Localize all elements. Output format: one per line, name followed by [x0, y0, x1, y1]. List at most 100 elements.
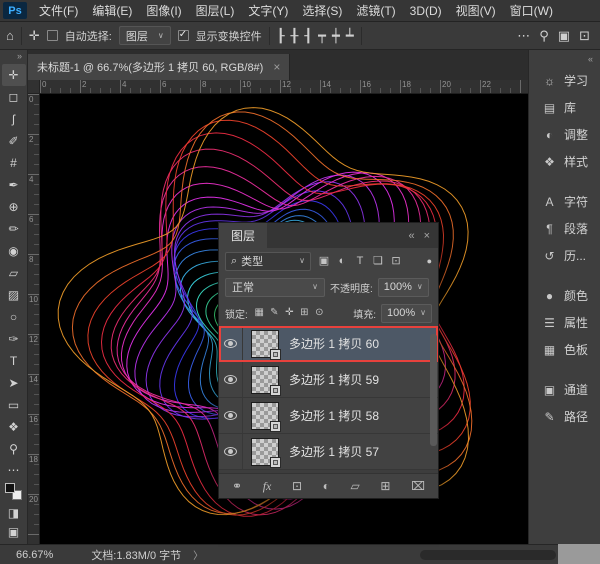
align-middle-icon[interactable]: ┿ [332, 29, 340, 42]
filter-smart-object-icon[interactable]: ⊡ [388, 256, 404, 267]
brush-tool[interactable]: ✏ [2, 218, 26, 240]
shape-tool[interactable]: ▭ [2, 394, 26, 416]
workspace-icon[interactable]: ▣ [558, 29, 570, 42]
layer-thumbnail[interactable] [251, 330, 279, 358]
panel-item-channels[interactable]: ▣ 通道 [529, 376, 600, 403]
menu-item[interactable]: 选择(S) [295, 0, 349, 22]
panel-item-history[interactable]: ↺ 历... [529, 242, 600, 269]
auto-select-checkbox[interactable] [47, 30, 58, 41]
panel-item-libraries[interactable]: ▤ 库 [529, 94, 600, 121]
menu-item[interactable]: 滤镜(T) [349, 0, 402, 22]
marquee-tool[interactable]: ◻ [2, 86, 26, 108]
align-bottom-icon[interactable]: ┷ [346, 29, 354, 42]
move-tool[interactable]: ✛ [2, 64, 26, 86]
auto-select-dropdown[interactable]: 图层 ∨ [119, 26, 171, 45]
panel-item-adjustments[interactable]: ◐ 调整 [529, 121, 600, 148]
layer-thumbnail[interactable] [251, 366, 279, 394]
panel-close-icon[interactable]: × [424, 230, 430, 242]
layers-scrollbar[interactable] [430, 334, 437, 446]
visibility-eye-icon[interactable] [219, 326, 243, 361]
zoom-tool[interactable]: ⚲ [2, 438, 26, 460]
panel-item-swatches[interactable]: ▦ 色板 [529, 336, 600, 363]
healing-brush-tool[interactable]: ⊕ [2, 196, 26, 218]
panel-item-paths[interactable]: ✎ 路径 [529, 403, 600, 430]
hand-tool[interactable]: ❖ [2, 416, 26, 438]
delete-icon[interactable]: ⌧ [411, 480, 425, 492]
align-center-icon[interactable]: ╂ [291, 29, 299, 42]
filter-type-icon[interactable]: T [352, 256, 368, 267]
filter-shape-icon[interactable]: ❏ [370, 256, 386, 267]
menu-item[interactable]: 图层(L) [189, 0, 242, 22]
filter-adjustment-icon[interactable]: ◐ [334, 256, 350, 267]
layers-panel-tab[interactable]: 图层 [219, 223, 267, 248]
menu-item[interactable]: 视图(V) [449, 0, 503, 22]
capture-icon[interactable]: ⊡ [579, 29, 590, 42]
panel-item-character[interactable]: A 字符 [529, 188, 600, 215]
pen-tool[interactable]: ✑ [2, 328, 26, 350]
status-scrollbar[interactable] [420, 550, 556, 560]
lock-pixels-icon[interactable]: ✎ [268, 308, 281, 318]
panel-item-color[interactable]: ● 颜色 [529, 282, 600, 309]
menu-item[interactable]: 文字(Y) [241, 0, 295, 22]
eyedropper-tool[interactable]: ✒ [2, 174, 26, 196]
dock-collapse-icon[interactable]: « [529, 50, 600, 67]
layer-filter-dropdown[interactable]: ⌕ 类型 ∨ [225, 252, 311, 271]
path-selection-tool[interactable]: ➤ [2, 372, 26, 394]
layer-thumbnail[interactable] [251, 438, 279, 466]
group-icon[interactable]: ▱ [351, 480, 360, 492]
panel-item-properties[interactable]: ☰ 属性 [529, 309, 600, 336]
close-icon[interactable]: × [273, 61, 280, 73]
layer-thumbnail[interactable] [251, 402, 279, 430]
lasso-tool[interactable]: ʃ [2, 108, 26, 130]
eraser-tool[interactable]: ▱ [2, 262, 26, 284]
panel-item-learn[interactable]: ☼ 学习 [529, 67, 600, 94]
menu-item[interactable]: 窗口(W) [503, 0, 560, 22]
menu-item[interactable]: 图像(I) [139, 0, 188, 22]
type-tool[interactable]: T [2, 350, 26, 372]
lock-position-icon[interactable]: ✛ [283, 308, 296, 318]
foreground-color-swatch[interactable] [5, 483, 15, 493]
visibility-eye-icon[interactable] [219, 362, 243, 397]
link-icon[interactable]: ⚭ [232, 480, 242, 492]
opacity-field[interactable]: 100% ∨ [378, 278, 429, 297]
status-caret-icon[interactable]: 〉 [193, 547, 203, 562]
gradient-tool[interactable]: ▨ [2, 284, 26, 306]
blend-mode-dropdown[interactable]: 正常 ∨ [225, 278, 325, 297]
lock-transparency-icon[interactable]: ▦ [253, 308, 266, 318]
home-icon[interactable]: ⌂ [6, 29, 14, 42]
layer-row[interactable]: 多边形 1 拷贝 59 [219, 362, 438, 398]
layer-row[interactable]: 多边形 1 拷贝 60 [219, 326, 438, 362]
color-swatches[interactable] [5, 483, 22, 500]
align-left-icon[interactable]: ┠ [277, 29, 285, 42]
lock-all-icon[interactable]: ⊙ [313, 308, 326, 318]
edit-toolbar-icon[interactable]: ⋯ [2, 462, 26, 478]
filter-pixel-icon[interactable]: ▣ [316, 256, 332, 267]
search-icon[interactable]: ⚲ [539, 29, 549, 42]
mask-icon[interactable]: ⊡ [292, 480, 302, 492]
screen-mode-icon[interactable]: ▣ [2, 524, 26, 540]
panel-collapse-icon[interactable]: « [408, 230, 414, 242]
panel-item-paragraph[interactable]: ¶ 段落 [529, 215, 600, 242]
crop-tool[interactable]: # [2, 152, 26, 174]
quick-mask-icon[interactable]: ◨ [2, 505, 26, 521]
layer-row[interactable]: 多边形 1 拷贝 57 [219, 434, 438, 470]
show-transform-checkbox[interactable] [178, 30, 189, 41]
fill-field[interactable]: 100% ∨ [381, 304, 432, 323]
visibility-eye-icon[interactable] [219, 398, 243, 433]
panel-item-styles[interactable]: ❖ 样式 [529, 148, 600, 175]
document-tab[interactable]: 未标题-1 @ 66.7%(多边形 1 拷贝 60, RGB/8#) × [28, 54, 290, 80]
align-top-icon[interactable]: ┯ [318, 29, 326, 42]
menu-item[interactable]: 编辑(E) [85, 0, 139, 22]
adjustment-icon[interactable]: ◐ [323, 480, 330, 492]
fx-icon[interactable]: fx [263, 480, 272, 492]
quick-selection-tool[interactable]: ✐ [2, 130, 26, 152]
layer-row[interactable]: 多边形 1 拷贝 58 [219, 398, 438, 434]
menu-item[interactable]: 文件(F) [32, 0, 85, 22]
more-options-icon[interactable]: ⋯ [517, 29, 530, 42]
visibility-eye-icon[interactable] [219, 434, 243, 469]
blur-tool[interactable]: ○ [2, 306, 26, 328]
clone-stamp-tool[interactable]: ◉ [2, 240, 26, 262]
new-layer-icon[interactable]: ⊞ [380, 480, 390, 492]
tools-expand-icon[interactable]: » [12, 50, 27, 64]
filter-toggle-icon[interactable]: ● [427, 256, 432, 266]
